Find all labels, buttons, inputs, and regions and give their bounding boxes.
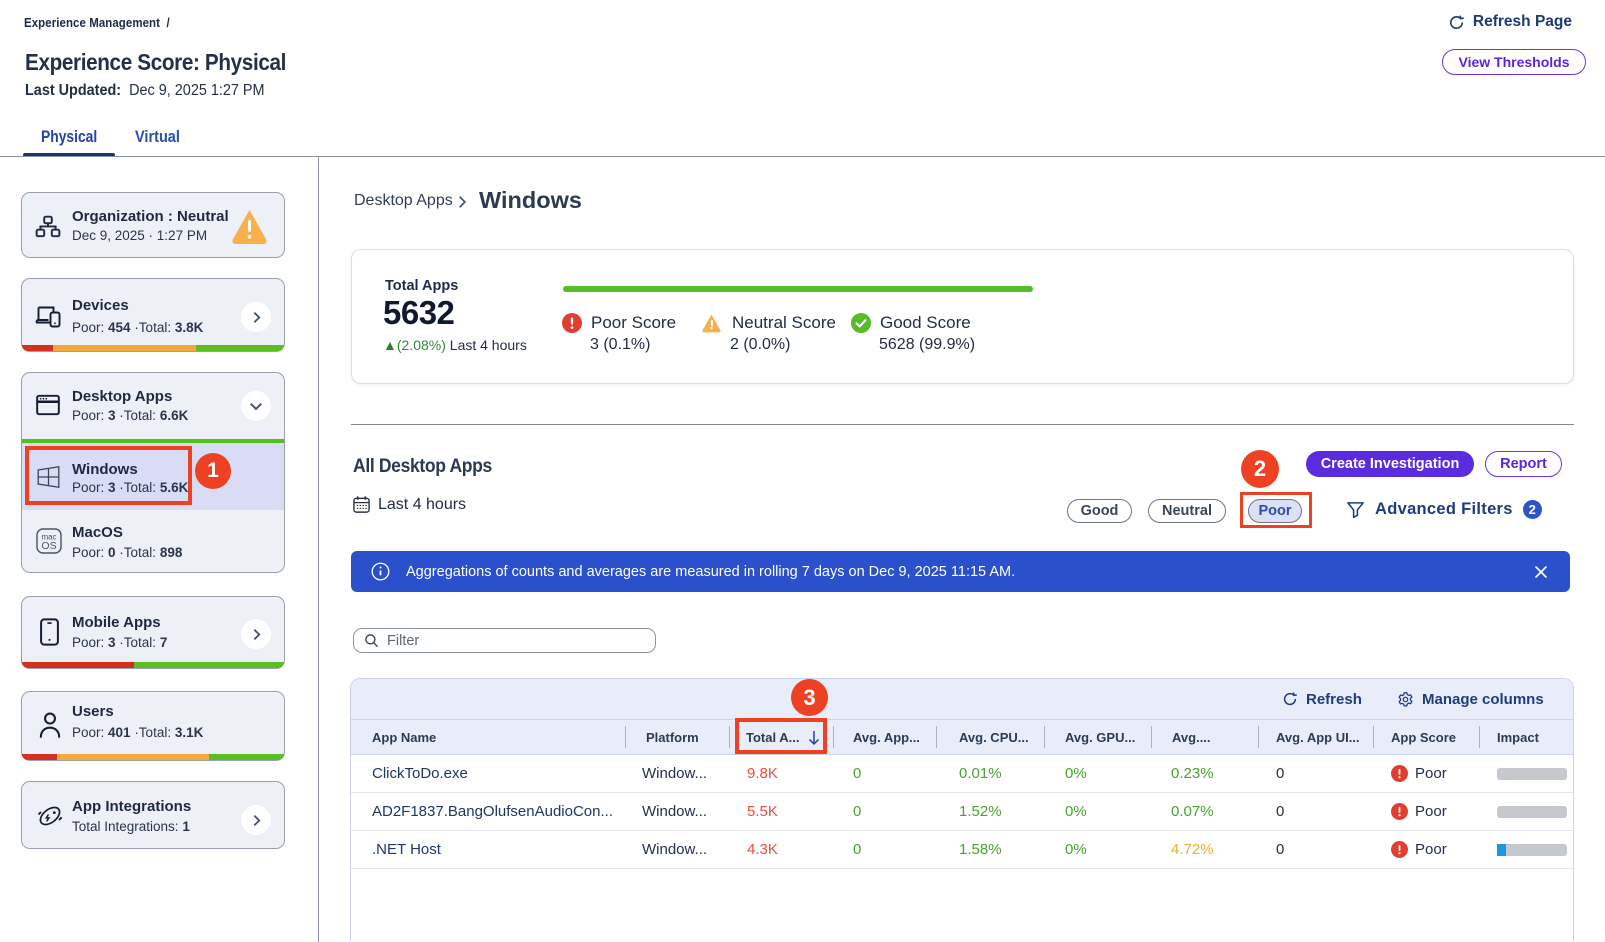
svg-text:OS: OS — [41, 540, 56, 552]
